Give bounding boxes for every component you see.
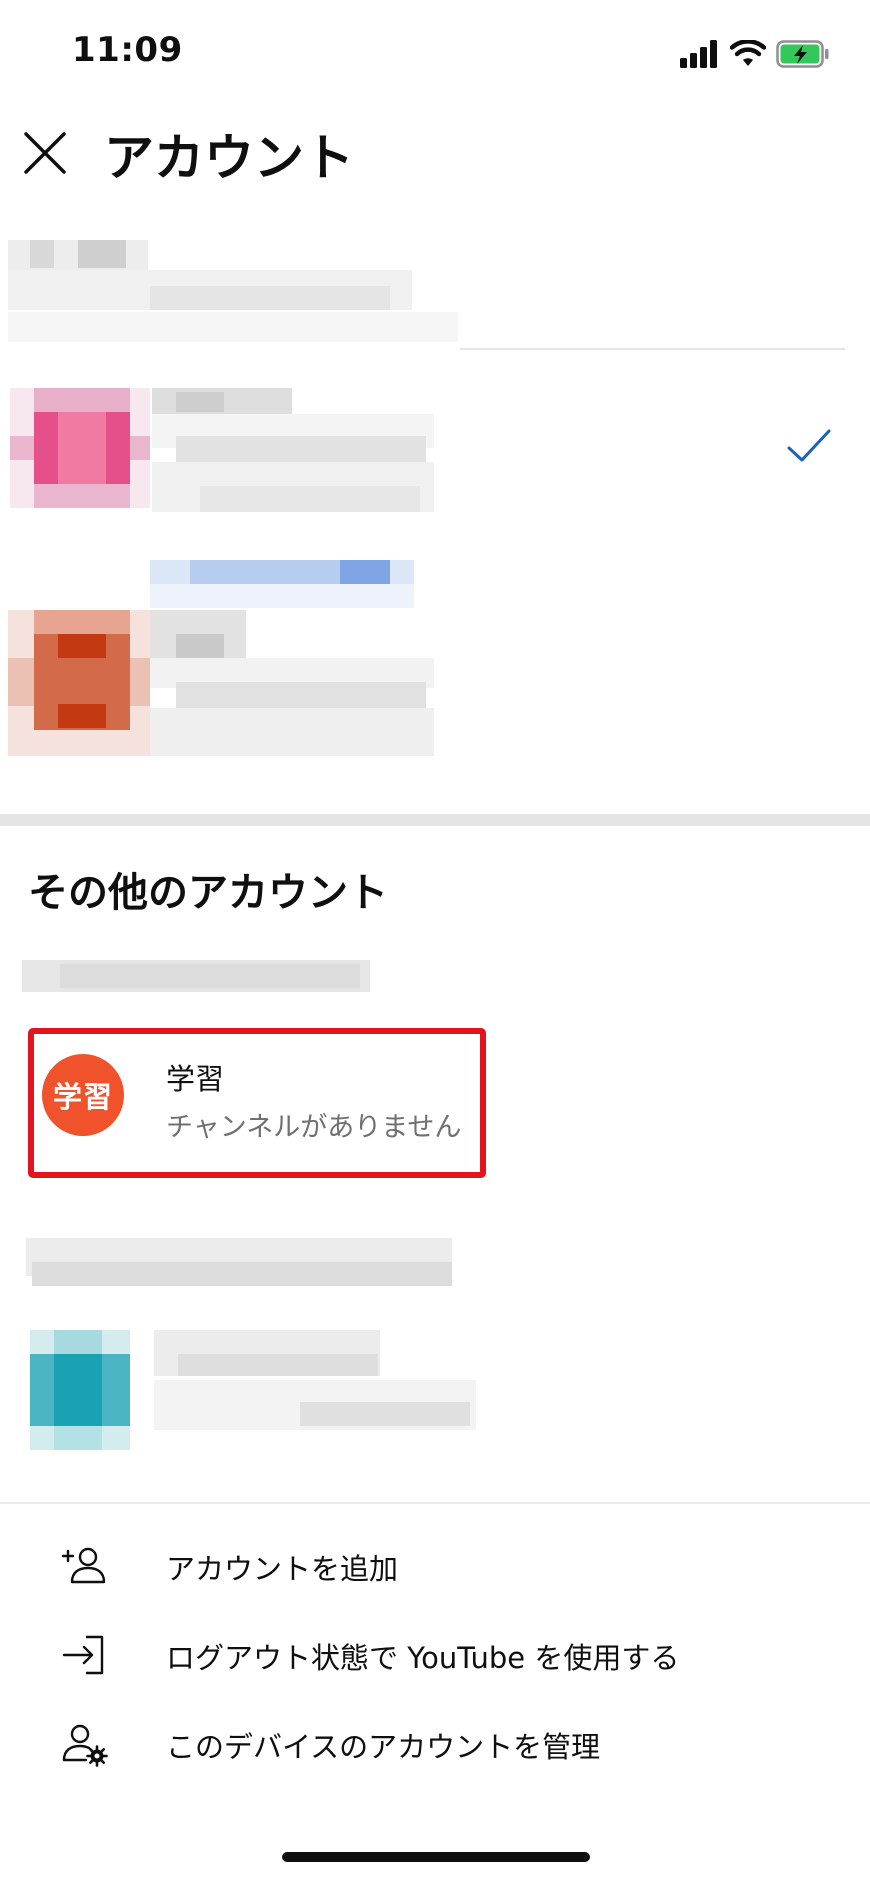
checkmark-icon [787, 429, 831, 462]
status-icons [680, 38, 830, 70]
wifi-icon [730, 40, 766, 66]
action-label: このデバイスのアカウントを管理 [166, 1730, 601, 1764]
action-label: アカウントを追加 [166, 1552, 399, 1586]
divider [0, 1502, 870, 1504]
person-gear-icon [62, 1724, 108, 1767]
account-subtitle: チャンネルがありません [166, 1112, 462, 1143]
section-divider [0, 814, 870, 826]
cellular-signal-icon [680, 40, 717, 68]
divider [460, 348, 845, 350]
section-title: その他のアカウント [28, 870, 388, 916]
manage-accounts-button[interactable]: このデバイスのアカウントを管理 [0, 1704, 870, 1784]
page-title: アカウント [104, 129, 354, 187]
close-icon[interactable] [20, 128, 70, 178]
home-indicator[interactable] [282, 1852, 590, 1862]
battery-charging-icon [776, 40, 829, 68]
add-account-button[interactable]: アカウントを追加 [0, 1526, 870, 1606]
add-person-icon [61, 1547, 106, 1584]
sign-in-arrow-icon [62, 1635, 104, 1675]
account-name: 学習 [166, 1062, 225, 1096]
signed-out-youtube-button[interactable]: ログアウト状態で YouTube を使用する [0, 1615, 870, 1695]
action-label: ログアウト状態で YouTube を使用する [166, 1641, 680, 1675]
status-time: 11:09 [72, 30, 183, 70]
avatar: 学習 [42, 1054, 124, 1136]
